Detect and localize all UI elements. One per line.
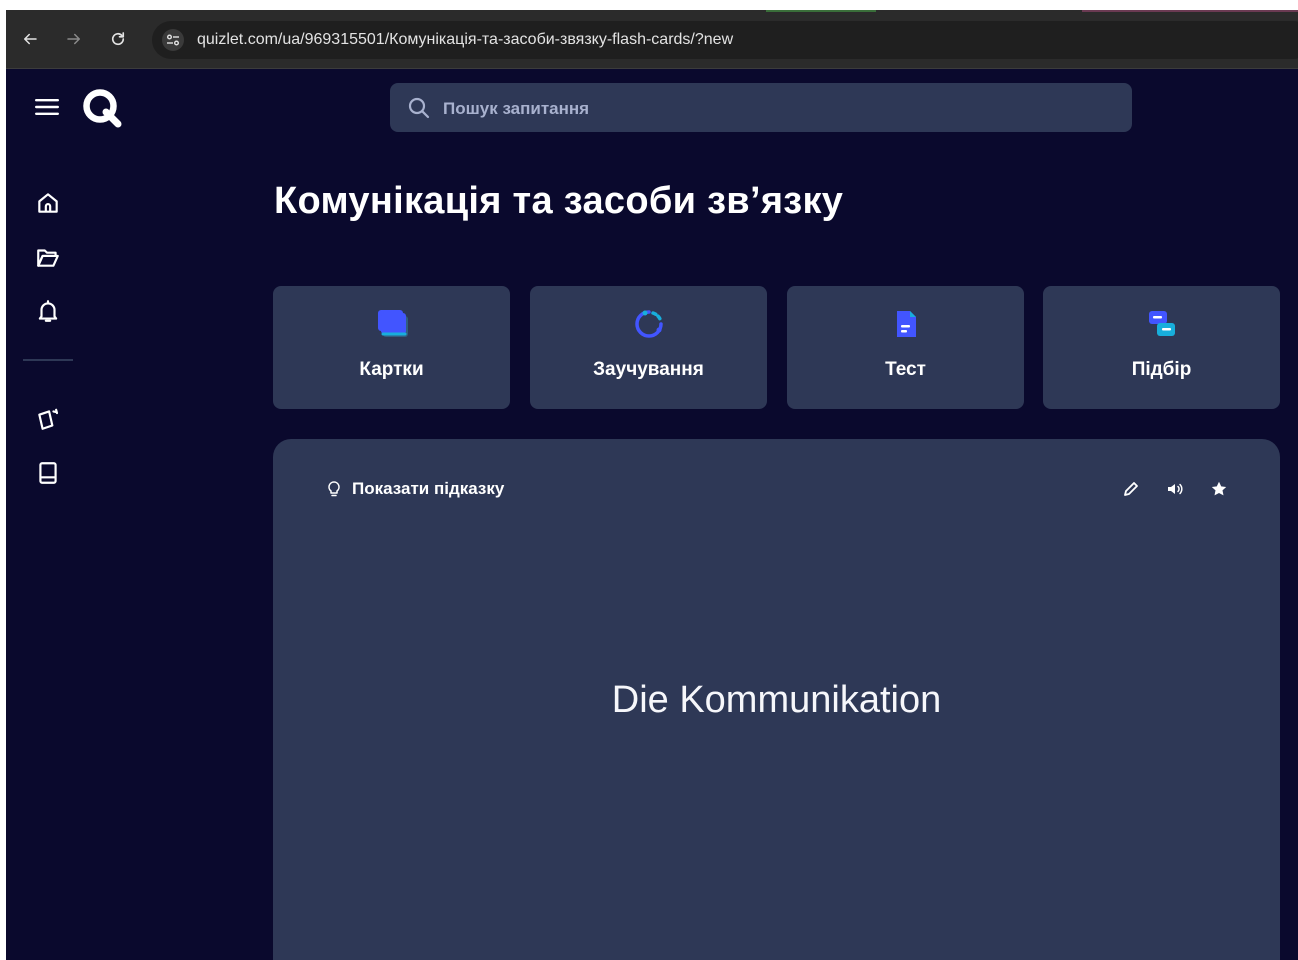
match-mode-icon xyxy=(1149,311,1175,336)
quizlet-logo[interactable] xyxy=(81,86,123,128)
mode-cards-button[interactable]: Картки xyxy=(273,286,510,409)
star-button[interactable] xyxy=(1207,477,1231,501)
lightbulb-icon xyxy=(328,481,340,497)
sidebar-item-folders[interactable] xyxy=(33,242,63,272)
forward-button[interactable] xyxy=(62,27,86,51)
audio-button[interactable] xyxy=(1163,477,1187,501)
search-bar[interactable]: Пошук запитання xyxy=(390,83,1132,132)
tab-strip-accent xyxy=(766,10,876,12)
app-window: quizlet.com/ua/969315501/Комунікація-та-… xyxy=(6,10,1298,960)
flashcard[interactable]: Показати підказку Die Kommunikation xyxy=(273,439,1280,960)
audio-icon xyxy=(1168,483,1183,495)
mode-cards-label: Картки xyxy=(359,359,424,380)
sidebar-item-notifications[interactable] xyxy=(33,296,63,326)
toolbar-divider xyxy=(6,68,1298,69)
sidebar-divider xyxy=(23,359,73,361)
reload-icon xyxy=(111,32,125,46)
page-title: Комунікація та засоби зв’язку xyxy=(274,180,844,222)
show-hint-label: Показати підказку xyxy=(352,479,505,498)
tab-strip-accent xyxy=(1082,10,1298,12)
bell-icon xyxy=(38,300,58,322)
site-info-button[interactable] xyxy=(162,29,184,51)
book-icon xyxy=(39,462,57,484)
address-bar[interactable]: quizlet.com/ua/969315501/Комунікація-та-… xyxy=(152,21,1298,59)
learn-mode-icon xyxy=(635,310,663,338)
url-text[interactable]: quizlet.com/ua/969315501/Комунікація-та-… xyxy=(197,31,733,49)
edit-icon xyxy=(1124,482,1138,496)
arrow-left-icon xyxy=(24,33,37,45)
search-input[interactable]: Пошук запитання xyxy=(443,99,589,119)
flashcard-term: Die Kommunikation xyxy=(611,679,942,721)
quizlet-q-logo-icon xyxy=(83,89,122,128)
reload-button[interactable] xyxy=(106,27,130,51)
home-icon xyxy=(38,193,58,213)
mode-match-label: Підбір xyxy=(1131,359,1192,380)
show-hint-button[interactable]: Показати підказку xyxy=(325,477,504,501)
test-mode-icon xyxy=(897,311,916,337)
arrow-right-icon xyxy=(67,33,80,45)
folder-icon xyxy=(37,249,59,267)
flashcards-icon xyxy=(38,408,59,430)
tune-icon xyxy=(167,34,179,46)
browser-toolbar: quizlet.com/ua/969315501/Комунікація-та-… xyxy=(6,10,1298,68)
mode-match-button[interactable]: Підбір xyxy=(1043,286,1280,409)
hamburger-menu-button[interactable] xyxy=(34,96,60,118)
mode-learn-label: Заучування xyxy=(593,359,704,380)
mode-test-label: Тест xyxy=(885,359,926,380)
sidebar-item-flashcards[interactable] xyxy=(33,404,63,434)
sidebar-item-home[interactable] xyxy=(33,188,63,218)
sidebar-item-library[interactable] xyxy=(33,458,63,488)
hamburger-icon xyxy=(35,99,59,115)
mode-test-button[interactable]: Тест xyxy=(787,286,1024,409)
search-icon xyxy=(408,97,430,119)
star-icon xyxy=(1211,481,1227,496)
mode-learn-button[interactable]: Заучування xyxy=(530,286,767,409)
cards-mode-icon xyxy=(378,310,408,337)
edit-button[interactable] xyxy=(1119,477,1143,501)
back-button[interactable] xyxy=(18,27,42,51)
